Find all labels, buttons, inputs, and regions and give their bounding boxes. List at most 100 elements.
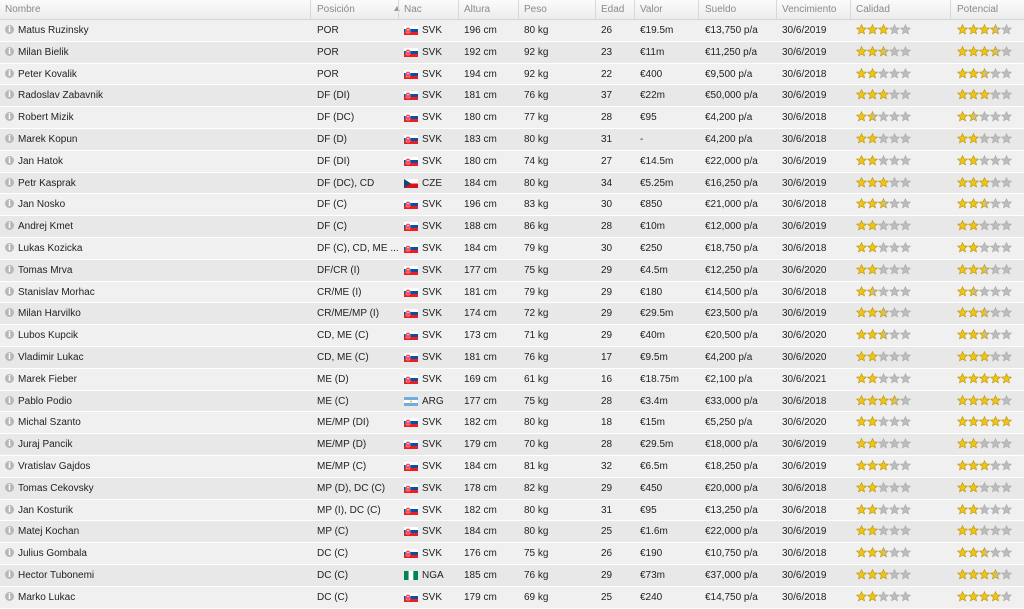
player-wage: €12,000 p/a xyxy=(705,221,758,233)
info-icon[interactable]: i xyxy=(5,482,14,492)
col-header-peso[interactable]: Peso xyxy=(524,4,547,15)
player-wage: €9,500 p/a xyxy=(705,68,753,80)
table-row[interactable]: i Lukas Kozicka DF (C), CD, ME ... SVK 184 c… xyxy=(0,237,1024,260)
player-name[interactable]: Matus Ruzinsky xyxy=(18,25,89,36)
player-wage: €18,000 p/a xyxy=(705,439,758,451)
info-icon[interactable]: i xyxy=(5,439,14,449)
player-name[interactable]: Julius Gombala xyxy=(18,548,87,559)
info-icon[interactable]: i xyxy=(5,417,14,427)
player-name[interactable]: Robert Mizik xyxy=(18,112,74,123)
table-row[interactable]: i Marek Fieber ME (D) SVK 169 cm 61 kg 16 €18.7… xyxy=(0,368,1024,391)
player-name[interactable]: Marek Kopun xyxy=(18,134,77,145)
table-row[interactable]: i Pablo Podio ME (C) ARG 177 cm 75 kg 28 €3.4m €… xyxy=(0,390,1024,413)
col-header-posicion[interactable]: Posición xyxy=(317,4,355,15)
player-name[interactable]: Milan Bielik xyxy=(18,47,69,58)
info-icon[interactable]: i xyxy=(5,330,14,340)
table-row[interactable]: i Marko Lukac DC (C) SVK 179 cm 69 kg 25 €240 €1… xyxy=(0,586,1024,609)
info-icon[interactable]: i xyxy=(5,242,14,252)
info-icon[interactable]: i xyxy=(5,199,14,209)
col-header-potencial[interactable]: Potencial xyxy=(957,4,998,15)
info-icon[interactable]: i xyxy=(5,264,14,274)
player-contract-expiry: 30/6/2018 xyxy=(782,591,827,603)
player-name[interactable]: Radoslav Zabavnik xyxy=(18,90,103,101)
player-name[interactable]: Vladimir Lukac xyxy=(18,352,84,363)
player-name[interactable]: Marko Lukac xyxy=(18,592,75,603)
info-icon[interactable]: i xyxy=(5,591,14,601)
star-half-icon xyxy=(888,394,901,406)
player-name[interactable]: Vratislav Gajdos xyxy=(18,461,90,472)
player-name[interactable]: Pablo Podio xyxy=(18,396,72,407)
table-row[interactable]: i Milan Harvilko CR/ME/MP (I) SVK 174 cm 72 k… xyxy=(0,303,1024,326)
table-row[interactable]: i Tomas Cekovsky MP (D), DC (C) SVK 178 cm 82… xyxy=(0,477,1024,500)
player-name[interactable]: Peter Kovalik xyxy=(18,69,77,80)
player-wage: €5,250 p/a xyxy=(705,417,753,429)
player-name[interactable]: Juraj Pancik xyxy=(18,439,72,450)
player-wage: €10,750 p/a xyxy=(705,548,758,560)
table-row[interactable]: i Julius Gombala DC (C) SVK 176 cm 75 kg 26 €19… xyxy=(0,543,1024,565)
player-name[interactable]: Jan Kosturik xyxy=(18,505,73,516)
info-icon[interactable]: i xyxy=(5,90,14,100)
player-name[interactable]: Tomas Cekovsky xyxy=(18,483,94,494)
info-icon[interactable]: i xyxy=(5,221,14,231)
table-row[interactable]: i Tomas Mrva DF/CR (I) SVK 177 cm 75 kg 29 €4.5… xyxy=(0,259,1024,282)
col-header-altura[interactable]: Altura xyxy=(464,4,490,15)
table-row[interactable]: i Matus Ruzinsky POR SVK 196 cm 80 kg 26 €19.5m… xyxy=(0,20,1024,42)
info-icon[interactable]: i xyxy=(5,373,14,383)
player-name[interactable]: Tomas Mrva xyxy=(18,265,72,276)
table-row[interactable]: i Vladimir Lukac CD, ME (C) SVK 181 cm 76 kg 1… xyxy=(0,346,1024,369)
info-icon[interactable]: i xyxy=(5,177,14,187)
info-icon[interactable]: i xyxy=(5,286,14,296)
player-name[interactable]: Jan Nosko xyxy=(18,199,65,210)
table-row[interactable]: i Vratislav Gajdos ME/MP (C) SVK 184 cm 81 kg… xyxy=(0,455,1024,478)
table-row[interactable]: i Stanislav Morhac CR/ME (I) SVK 181 cm 79 kg… xyxy=(0,281,1024,304)
player-name[interactable]: Stanislav Morhac xyxy=(18,287,95,298)
table-row[interactable]: i Matej Kochan MP (C) SVK 184 cm 80 kg 25 €1.6m… xyxy=(0,521,1024,544)
col-header-nombre[interactable]: Nombre xyxy=(5,4,41,15)
col-header-calidad[interactable]: Calidad xyxy=(856,4,890,15)
player-name[interactable]: Jan Hatok xyxy=(18,156,63,167)
player-name[interactable]: Matej Kochan xyxy=(18,526,79,537)
player-age: 26 xyxy=(601,25,613,36)
player-name[interactable]: Hector Tubonemi xyxy=(18,570,94,581)
table-row[interactable]: i Andrej Kmet DF (C) SVK 188 cm 86 kg 28 €10m €1… xyxy=(0,216,1024,238)
info-icon[interactable]: i xyxy=(5,112,14,122)
table-row[interactable]: i Milan Bielik POR SVK 192 cm 92 kg 23 €11m €11,… xyxy=(0,41,1024,64)
info-icon[interactable]: i xyxy=(5,395,14,405)
info-icon[interactable]: i xyxy=(5,351,14,361)
col-header-sueldo[interactable]: Sueldo xyxy=(705,4,736,15)
table-row[interactable]: i Petr Kasprak DF (DC), CD CZE 184 cm 80 kg 34… xyxy=(0,172,1024,195)
info-icon[interactable]: i xyxy=(5,308,14,318)
table-row[interactable]: i Marek Kopun DF (D) SVK 183 cm 80 kg 31 - €4,20… xyxy=(0,128,1024,151)
info-icon[interactable]: i xyxy=(5,133,14,143)
info-icon[interactable]: i xyxy=(5,25,14,34)
table-row[interactable]: i Jan Kosturik MP (I), DC (C) SVK 182 cm 80 k… xyxy=(0,499,1024,522)
col-header-edad[interactable]: Edad xyxy=(601,4,624,15)
player-name[interactable]: Andrej Kmet xyxy=(18,221,73,232)
table-row[interactable]: i Juraj Pancik ME/MP (D) SVK 179 cm 70 kg 28 €2… xyxy=(0,434,1024,456)
player-name[interactable]: Milan Harvilko xyxy=(18,308,81,319)
col-header-nac[interactable]: Nac xyxy=(404,4,422,15)
info-icon[interactable]: i xyxy=(5,548,14,558)
table-row[interactable]: i Hector Tubonemi DC (C) NGA 185 cm 76 kg 29 €7… xyxy=(0,564,1024,587)
col-header-vencimiento[interactable]: Vencimiento xyxy=(782,4,836,15)
player-name[interactable]: Marek Fieber xyxy=(18,374,77,385)
table-row[interactable]: i Jan Hatok DF (DI) SVK 180 cm 74 kg 27 €14.5m €… xyxy=(0,150,1024,173)
player-name[interactable]: Michal Szanto xyxy=(18,417,81,428)
table-row[interactable]: i Michal Szanto ME/MP (DI) SVK 182 cm 80 kg 18… xyxy=(0,412,1024,435)
info-icon[interactable]: i xyxy=(5,526,14,536)
info-icon[interactable]: i xyxy=(5,155,14,165)
info-icon[interactable]: i xyxy=(5,504,14,514)
col-header-valor[interactable]: Valor xyxy=(640,4,663,15)
table-row[interactable]: i Robert Mizik DF (DC) SVK 180 cm 77 kg 28 €95 €… xyxy=(0,107,1024,129)
info-icon[interactable]: i xyxy=(5,68,14,78)
table-row[interactable]: i Peter Kovalik POR SVK 194 cm 92 kg 22 €400 €9,… xyxy=(0,63,1024,86)
info-icon[interactable]: i xyxy=(5,46,14,56)
table-row[interactable]: i Lubos Kupcik CD, ME (C) SVK 173 cm 71 kg 29 €… xyxy=(0,325,1024,347)
info-icon[interactable]: i xyxy=(5,460,14,470)
player-name[interactable]: Lubos Kupcik xyxy=(18,330,78,341)
table-row[interactable]: i Jan Nosko DF (C) SVK 196 cm 83 kg 30 €850 €21,… xyxy=(0,194,1024,217)
table-row[interactable]: i Radoslav Zabavnik DF (DI) SVK 181 cm 76 kg 3… xyxy=(0,85,1024,108)
player-name[interactable]: Petr Kasprak xyxy=(18,178,76,189)
info-icon[interactable]: i xyxy=(5,569,14,579)
player-name[interactable]: Lukas Kozicka xyxy=(18,243,82,254)
